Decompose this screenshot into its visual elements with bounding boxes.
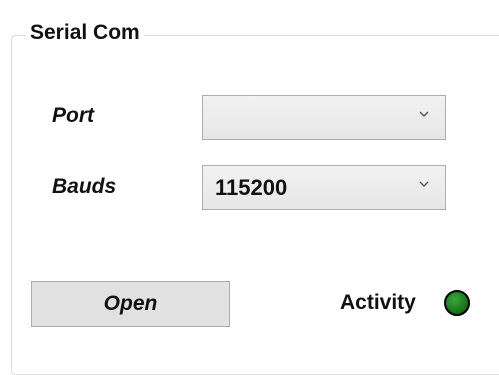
groupbox-title: Serial Com [26,21,144,45]
status-led-icon [444,290,470,316]
activity-label: Activity [340,291,416,314]
chevron-down-icon [419,111,429,117]
bauds-combobox-value: 115200 [215,175,288,200]
bauds-label: Bauds [52,175,117,198]
bauds-combobox[interactable]: 115200 [202,165,446,210]
open-button[interactable]: Open [31,281,230,327]
port-label: Port [52,104,94,127]
chevron-down-icon [419,181,429,187]
port-combobox[interactable] [202,95,446,140]
